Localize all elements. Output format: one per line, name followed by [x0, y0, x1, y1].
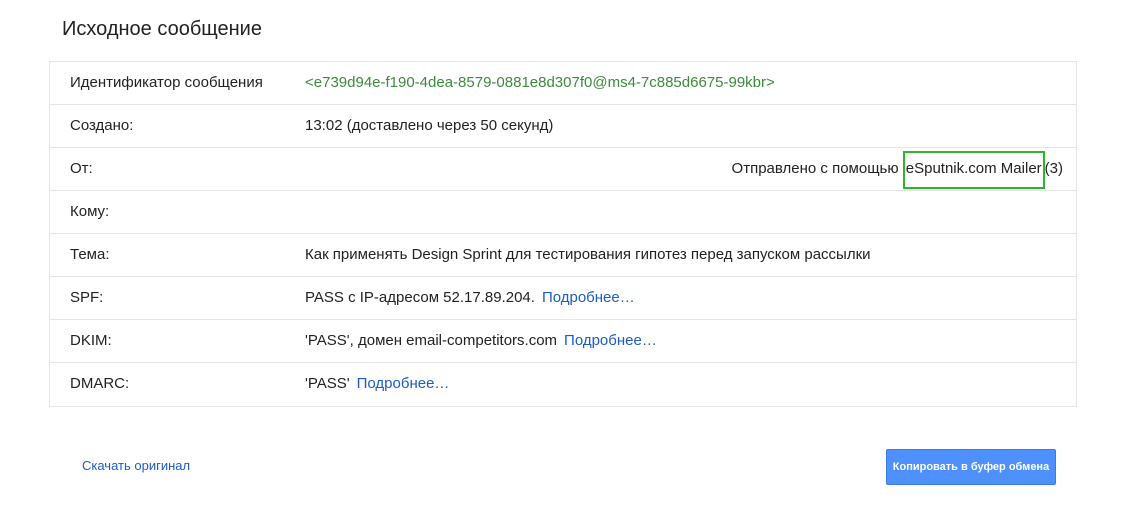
copy-to-clipboard-button[interactable]: Копировать в буфер обмена — [886, 449, 1056, 485]
dkim-value: 'PASS', домен email-competitors.com — [305, 332, 558, 349]
dkim-more-link[interactable]: Подробнее… — [564, 332, 657, 349]
spf-label: SPF: — [70, 289, 104, 306]
message-details-table: Идентификатор сообщения <e739d94e-f190-4… — [49, 61, 1077, 407]
mailer-name-highlight: eSputnik.com Mailer — [902, 151, 1045, 189]
row-subject: Тема: Как применять Design Sprint для те… — [50, 234, 1076, 277]
download-original-link[interactable]: Скачать оригинал — [82, 458, 190, 473]
subject-label: Тема: — [70, 246, 110, 263]
dmarc-value: 'PASS' — [305, 375, 350, 392]
created-label: Создано: — [70, 117, 134, 134]
row-spf: SPF: PASS с IP-адресом 52.17.89.204. Подр… — [50, 277, 1076, 320]
dkim-value-group: 'PASS', домен email-competitors.com Подро… — [305, 332, 657, 350]
row-created: Создано: 13:02 (доставлено через 50 секу… — [50, 105, 1076, 148]
dkim-label: DKIM: — [70, 332, 112, 349]
mailer-count: (3) — [1044, 160, 1063, 177]
row-dkim: DKIM: 'PASS', домен email-competitors.co… — [50, 320, 1076, 363]
created-value: 13:02 (доставлено через 50 секунд) — [305, 117, 554, 134]
dmarc-label: DMARC: — [70, 375, 130, 392]
sent-via-prefix: Отправлено с помощью — [731, 160, 903, 177]
row-from: От: Отправлено с помощью eSputnik.com Ma… — [50, 148, 1076, 191]
sent-via-info: Отправлено с помощью eSputnik.com Mailer… — [731, 151, 1063, 189]
dmarc-value-group: 'PASS' Подробнее… — [305, 375, 449, 393]
row-dmarc: DMARC: 'PASS' Подробнее… — [50, 363, 1076, 406]
subject-value: Как применять Design Sprint для тестиров… — [305, 246, 871, 263]
from-label: От: — [70, 160, 93, 177]
spf-value: PASS с IP-адресом 52.17.89.204. — [305, 289, 535, 306]
spf-more-link[interactable]: Подробнее… — [542, 289, 635, 306]
row-to: Кому: — [50, 191, 1076, 234]
row-message-id: Идентификатор сообщения <e739d94e-f190-4… — [50, 62, 1076, 105]
message-id-value: <e739d94e-f190-4dea-8579-0881e8d307f0@ms… — [305, 74, 775, 91]
message-id-label: Идентификатор сообщения — [70, 74, 263, 91]
to-label: Кому: — [70, 203, 110, 220]
dmarc-more-link[interactable]: Подробнее… — [357, 375, 450, 392]
page-title: Исходное сообщение — [62, 18, 262, 40]
spf-value-group: PASS с IP-адресом 52.17.89.204. Подробнее… — [305, 289, 635, 307]
